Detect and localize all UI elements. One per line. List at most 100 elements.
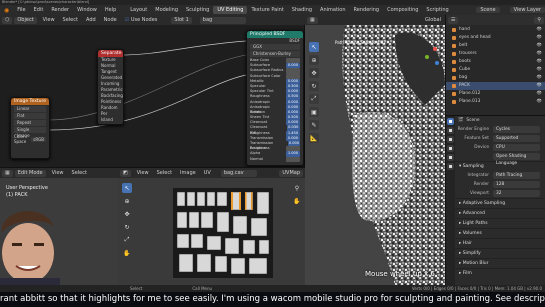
property-field[interactable]: Cycles <box>493 126 540 133</box>
properties-section[interactable]: ▸ Light Paths <box>455 218 545 228</box>
visibility-eye-icon[interactable]: 👁 <box>537 74 542 82</box>
outliner-filter-icon[interactable]: ⚲ <box>534 16 544 24</box>
axis-x-icon[interactable] <box>433 47 437 51</box>
measure-tool-icon[interactable]: 📐 <box>309 133 319 143</box>
property-field[interactable]: Path Tracing <box>493 172 540 179</box>
bsdf-input-value[interactable]: 0.030 <box>286 125 300 131</box>
node-field[interactable]: Single Image <box>14 127 46 138</box>
view-layer-selector[interactable]: View Layer <box>509 7 545 13</box>
shader-editor[interactable]: ⬡ Object View Select Add Node ☑ Use Node… <box>0 15 305 167</box>
image-dropdown[interactable]: bag.cav <box>220 169 257 177</box>
blender-logo-icon[interactable]: ◉ <box>0 7 13 14</box>
outliner-item[interactable]: Plane.013 👁 <box>446 98 545 106</box>
uvmap-dropdown[interactable]: UVMap <box>279 169 303 177</box>
outliner-item[interactable]: PACK 👁 <box>446 82 545 90</box>
shader-menu-select[interactable]: Select <box>59 17 82 23</box>
viewport-editor-type-icon[interactable]: ▦ <box>307 16 318 24</box>
subsurface-method-dropdown[interactable]: Christensen-Burley <box>250 51 300 57</box>
tab-compositing[interactable]: Compositing <box>383 6 422 14</box>
image-texture-node[interactable]: Image Texture Linear Flat Repeat Single … <box>10 97 50 159</box>
uv-grab-tool-icon[interactable]: ✋ <box>122 248 132 258</box>
visibility-eye-icon[interactable]: 👁 <box>537 98 542 106</box>
tab-layout[interactable]: Layout <box>126 6 151 14</box>
visibility-eye-icon[interactable]: 👁 <box>537 50 542 58</box>
world-properties-icon[interactable]: ▪ <box>447 145 454 152</box>
annotate-tool-icon[interactable]: ✎ <box>309 120 319 130</box>
outliner[interactable]: ☰ ⚲ hand 👁 eyes and head 👁 belt 👁 trousers 👁 boo… <box>445 15 545 115</box>
transform-orientation-dropdown[interactable]: Global <box>421 17 445 23</box>
bsdf-input-value[interactable] <box>286 156 300 162</box>
texture-coordinate-node[interactable]: Separate Texture Normal Tangent Generate… <box>97 49 124 125</box>
property-field[interactable]: 128 <box>493 181 540 188</box>
outliner-item[interactable]: Cube 👁 <box>446 66 545 74</box>
uv-editor[interactable]: ◩ View Select Image UV bag.cav UVMap ↖ ⊕… <box>118 167 305 285</box>
scene-selector[interactable]: Scene <box>476 7 500 13</box>
use-nodes-checkbox[interactable]: ☑ Use Nodes <box>121 17 162 23</box>
tab-sculpting[interactable]: Sculpting <box>182 6 213 14</box>
properties-section[interactable]: ▸ Adaptive Sampling <box>455 198 545 208</box>
bsdf-input-value[interactable]: 0.500 <box>286 94 300 100</box>
outliner-item[interactable]: hand 👁 <box>446 26 545 34</box>
outliner-editor-type-icon[interactable]: ☰ <box>448 16 459 24</box>
property-field[interactable]: Supported <box>493 135 540 142</box>
scale-tool-icon[interactable]: ⤢ <box>309 94 319 104</box>
axis-z-icon[interactable] <box>435 61 439 65</box>
uv-select-tool-icon[interactable]: ↖ <box>122 183 132 193</box>
select-tool-icon[interactable]: ↖ <box>309 42 319 52</box>
shader-menu-node[interactable]: Node <box>100 17 121 23</box>
properties-section[interactable]: ▸ Simplify <box>455 248 545 258</box>
distribution-dropdown[interactable]: GGX <box>250 44 300 50</box>
edit-menu-view[interactable]: View <box>48 170 68 176</box>
tab-modeling[interactable]: Modeling <box>151 6 182 14</box>
viewport-3d[interactable]: ▦ Global Path Tracing Sample 4/32 ↖ ⊕ ✥ … <box>305 15 445 285</box>
visibility-eye-icon[interactable]: 👁 <box>537 58 542 66</box>
menu-render[interactable]: Render <box>47 7 73 13</box>
tab-animation[interactable]: Animation <box>316 6 350 14</box>
outliner-item[interactable]: boots 👁 <box>446 58 545 66</box>
node-field[interactable]: Repeat <box>14 120 46 126</box>
shader-menu-add[interactable]: Add <box>82 17 100 23</box>
output-properties-icon[interactable]: ▪ <box>447 127 454 134</box>
property-field[interactable]: Open Shading Language <box>493 153 540 166</box>
uv-rotate-tool-icon[interactable]: ↻ <box>122 222 132 232</box>
modifier-properties-icon[interactable]: ▪ <box>447 163 454 170</box>
visibility-eye-icon[interactable]: 👁 <box>537 90 542 98</box>
edit-editor-type-icon[interactable]: ▦ <box>2 169 13 177</box>
outliner-item[interactable]: trousers 👁 <box>446 50 545 58</box>
menu-help[interactable]: Help <box>101 7 120 13</box>
property-field[interactable]: CPU <box>493 144 540 151</box>
node-field[interactable]: Linear <box>14 106 46 112</box>
edit-mode-dropdown[interactable]: Edit Mode <box>14 169 46 177</box>
uv-menu-image[interactable]: Image <box>176 170 200 176</box>
node-field[interactable]: Flat <box>14 113 46 119</box>
principled-bsdf-node[interactable]: Principled BSDF BSDF GGX Christensen-Bur… <box>246 30 304 166</box>
rotate-tool-icon[interactable]: ↻ <box>309 81 319 91</box>
uv-editor-type-icon[interactable]: ◩ <box>120 169 131 177</box>
properties-section[interactable]: ▸ Film <box>455 268 545 278</box>
navigation-gizmo[interactable] <box>423 45 443 75</box>
tab-scripting[interactable]: Scripting <box>422 6 452 14</box>
outliner-item[interactable]: belt 👁 <box>446 42 545 50</box>
slot-dropdown[interactable]: Slot 1 <box>171 16 192 24</box>
menu-file[interactable]: File <box>13 7 29 13</box>
properties-section[interactable]: ▸ Volumes <box>455 228 545 238</box>
object-properties-icon[interactable]: ▪ <box>447 154 454 161</box>
bsdf-input-value[interactable]: 1.000 <box>286 151 300 157</box>
tab-rendering[interactable]: Rendering <box>350 6 384 14</box>
object-mode-dropdown[interactable]: Object <box>14 16 37 24</box>
bsdf-input-value[interactable] <box>286 68 300 74</box>
editor-type-icon[interactable]: ⬡ <box>2 16 13 24</box>
cursor-tool-icon[interactable]: ⊕ <box>309 55 319 65</box>
uv-scale-tool-icon[interactable]: ⤢ <box>122 235 132 245</box>
move-tool-icon[interactable]: ✥ <box>309 68 319 78</box>
zoom-icon[interactable]: ⚲ <box>292 183 302 193</box>
shader-menu-view[interactable]: View <box>39 17 59 23</box>
properties-editor[interactable]: ▪ ▪ ▪ ▪ ▪ ▪ 🎬 Scene Render Engine Cycles F… <box>445 115 545 286</box>
transform-tool-icon[interactable]: ▣ <box>309 107 319 117</box>
color-space-value[interactable]: sRGB <box>31 136 46 142</box>
uv-menu-uv[interactable]: UV <box>200 170 215 176</box>
pan-hand-icon[interactable]: ✋ <box>292 196 302 206</box>
bsdf-input-row[interactable]: Normal <box>247 156 303 162</box>
tab-shading[interactable]: Shading <box>288 6 316 14</box>
uv-cursor-tool-icon[interactable]: ⊕ <box>122 196 132 206</box>
